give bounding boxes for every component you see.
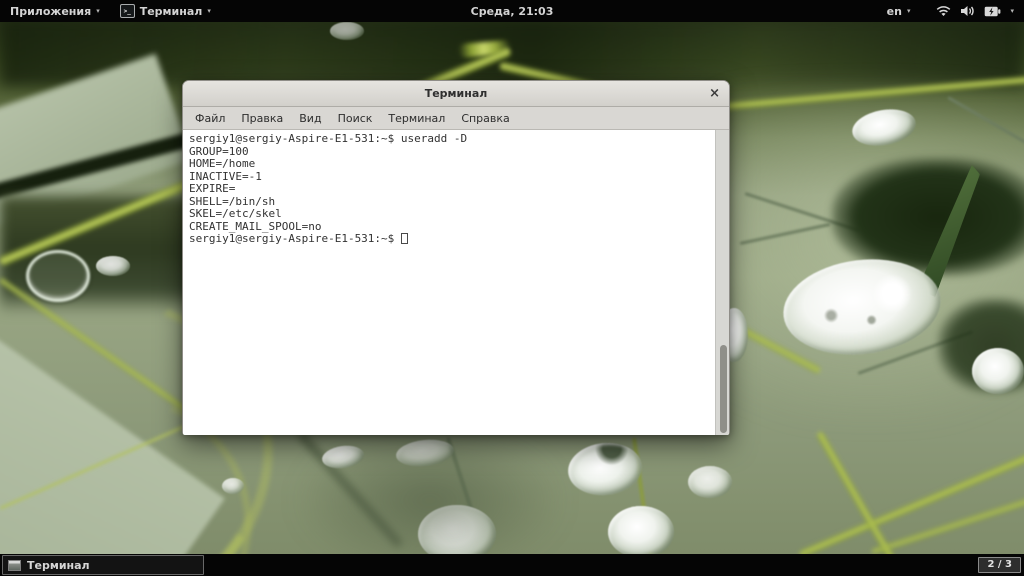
focused-app-label: Терминал bbox=[140, 5, 203, 18]
keyboard-layout-label: en bbox=[887, 5, 902, 18]
terminal-content[interactable]: sergiy1@sergiy-Aspire-E1-531:~$ useradd … bbox=[183, 130, 729, 435]
water-droplet bbox=[608, 506, 674, 558]
terminal-line: INACTIVE=-1 bbox=[189, 171, 713, 184]
workspace-indicator[interactable]: 2 / 3 bbox=[978, 557, 1021, 573]
window-menubar: Файл Правка Вид Поиск Терминал Справка bbox=[183, 107, 729, 130]
menu-item-view[interactable]: Вид bbox=[291, 109, 329, 128]
applications-menu[interactable]: Приложения ▾ bbox=[0, 0, 110, 22]
system-status-area[interactable]: ▾ bbox=[920, 5, 1024, 17]
applications-label: Приложения bbox=[10, 5, 91, 18]
scrollbar[interactable] bbox=[715, 130, 729, 435]
chevron-down-icon: ▾ bbox=[207, 8, 211, 15]
terminal-line: HOME=/home bbox=[189, 158, 713, 171]
terminal-window: Терминал × Файл Правка Вид Поиск Термина… bbox=[182, 80, 730, 435]
menu-item-edit[interactable]: Правка bbox=[233, 109, 291, 128]
window-title: Терминал bbox=[425, 87, 488, 100]
terminal-output: sergiy1@sergiy-Aspire-E1-531:~$ useradd … bbox=[189, 133, 713, 246]
terminal-line: EXPIRE= bbox=[189, 183, 713, 196]
volume-icon bbox=[960, 5, 975, 17]
wallpaper-shadow bbox=[300, 430, 560, 570]
menu-item-help[interactable]: Справка bbox=[453, 109, 517, 128]
bottom-bar: Терминал 2 / 3 bbox=[0, 554, 1024, 576]
taskbar-item-terminal[interactable]: Терминал bbox=[2, 555, 204, 575]
wifi-icon bbox=[936, 5, 951, 17]
desktop: Приложения ▾ >_ Терминал ▾ Среда, 21:03 … bbox=[0, 0, 1024, 576]
taskbar-item-label: Терминал bbox=[27, 559, 90, 572]
focused-app-menu[interactable]: >_ Терминал ▾ bbox=[110, 0, 221, 22]
water-droplet bbox=[96, 256, 130, 276]
scrollbar-thumb[interactable] bbox=[720, 345, 727, 433]
wallpaper-stem bbox=[871, 494, 1024, 556]
chevron-down-icon: ▾ bbox=[907, 8, 911, 15]
menu-item-search[interactable]: Поиск bbox=[330, 109, 381, 128]
menu-item-terminal[interactable]: Терминал bbox=[380, 109, 453, 128]
terminal-line: SKEL=/etc/skel bbox=[189, 208, 713, 221]
terminal-cursor bbox=[401, 233, 408, 244]
window-titlebar[interactable]: Терминал × bbox=[183, 81, 729, 107]
water-droplet bbox=[688, 466, 732, 498]
terminal-icon: >_ bbox=[120, 4, 135, 18]
terminal-line: sergiy1@sergiy-Aspire-E1-531:~$ useradd … bbox=[189, 133, 713, 146]
terminal-line: GROUP=100 bbox=[189, 146, 713, 159]
water-droplet bbox=[222, 478, 244, 494]
terminal-prompt-line: sergiy1@sergiy-Aspire-E1-531:~$ bbox=[189, 233, 713, 246]
chevron-down-icon: ▾ bbox=[96, 8, 100, 15]
water-droplet bbox=[972, 348, 1024, 394]
water-droplet bbox=[26, 250, 90, 302]
terminal-prompt: sergiy1@sergiy-Aspire-E1-531:~$ bbox=[189, 232, 401, 245]
window-thumbnail-icon bbox=[8, 560, 21, 571]
keyboard-layout-indicator[interactable]: en ▾ bbox=[877, 5, 921, 18]
wallpaper-leaf-hole bbox=[832, 158, 1024, 276]
chevron-down-icon: ▾ bbox=[1010, 8, 1014, 15]
close-button[interactable]: × bbox=[709, 81, 720, 106]
water-droplet bbox=[330, 22, 364, 40]
menu-item-file[interactable]: Файл bbox=[187, 109, 233, 128]
battery-charging-icon bbox=[984, 6, 1001, 17]
top-bar: Приложения ▾ >_ Терминал ▾ Среда, 21:03 … bbox=[0, 0, 1024, 22]
